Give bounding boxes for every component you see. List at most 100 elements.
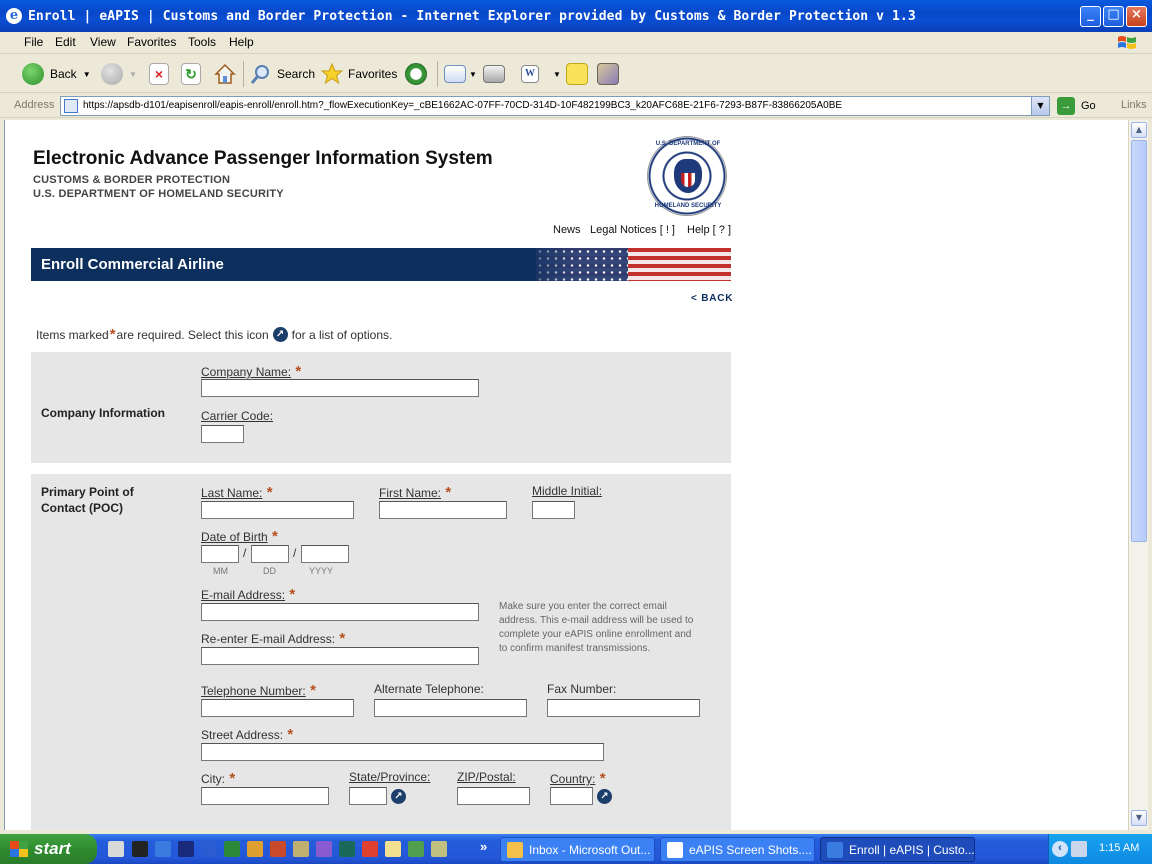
mail-button[interactable]: ▼ bbox=[444, 60, 477, 88]
taskbar-item-ie[interactable]: Enroll | eAPIS | Custo... bbox=[820, 837, 975, 862]
note-text-3: for a list of options. bbox=[291, 327, 393, 342]
primary-poc-panel: Primary Point of Contact (POC) Last Name… bbox=[31, 474, 731, 830]
search-label: Search bbox=[277, 67, 316, 81]
menu-edit[interactable]: Edit bbox=[55, 35, 76, 49]
maximize-button[interactable]: □ bbox=[1103, 6, 1124, 27]
scroll-thumb[interactable] bbox=[1131, 140, 1147, 542]
powerpoint-icon[interactable] bbox=[270, 841, 286, 857]
email-input[interactable] bbox=[201, 603, 479, 621]
go-arrow-icon: → bbox=[1057, 97, 1075, 115]
dob-day-input[interactable] bbox=[251, 545, 289, 563]
middle-initial-input[interactable] bbox=[532, 501, 575, 519]
required-note: Items marked * are required. Select this… bbox=[36, 326, 392, 343]
close-button[interactable]: × bbox=[1126, 6, 1147, 27]
go-button[interactable]: → Go bbox=[1057, 97, 1096, 115]
taskbar-item-outlook[interactable]: Inbox - Microsoft Out... bbox=[500, 837, 655, 862]
links-button[interactable]: Links bbox=[1121, 99, 1147, 111]
country-options-icon[interactable]: ↗ bbox=[597, 789, 612, 804]
visio-icon[interactable] bbox=[316, 841, 332, 857]
address-input[interactable]: https://apsdb-d101/eapisenroll/eapis-enr… bbox=[60, 96, 1050, 116]
book-icon[interactable] bbox=[408, 841, 424, 857]
first-name-label: First Name: * bbox=[379, 484, 452, 501]
scroll-down-icon[interactable]: ▼ bbox=[1131, 810, 1147, 826]
dob-day-hint: DD bbox=[263, 566, 276, 576]
tray-expand-icon[interactable]: ‹ bbox=[1052, 841, 1068, 857]
home-button[interactable] bbox=[213, 60, 237, 88]
project-icon[interactable] bbox=[293, 841, 309, 857]
favorites-button[interactable]: Favorites bbox=[320, 60, 397, 88]
minimize-button[interactable]: _ bbox=[1080, 6, 1101, 27]
clock-icon[interactable] bbox=[247, 841, 263, 857]
vertical-scrollbar[interactable]: ▲ ▼ bbox=[1128, 120, 1148, 830]
last-name-input[interactable] bbox=[201, 501, 354, 519]
menu-tools[interactable]: Tools bbox=[188, 35, 216, 49]
toolbar-separator bbox=[243, 61, 244, 87]
back-link[interactable]: < BACK bbox=[691, 293, 733, 304]
shortcut-icon[interactable] bbox=[178, 841, 194, 857]
research-icon bbox=[597, 63, 619, 85]
refresh-button[interactable]: ↻ bbox=[181, 60, 201, 88]
back-button[interactable]: Back ▼ bbox=[22, 60, 91, 88]
fax-input[interactable] bbox=[547, 699, 700, 717]
network-icon[interactable] bbox=[1071, 841, 1087, 857]
news-link[interactable]: News bbox=[553, 224, 581, 236]
street-address-label: Street Address: * bbox=[201, 726, 294, 743]
research-button[interactable] bbox=[597, 60, 619, 88]
task-label: eAPIS Screen Shots.... bbox=[689, 842, 812, 857]
excel-icon[interactable] bbox=[224, 841, 240, 857]
stop-button[interactable]: × bbox=[149, 60, 169, 88]
forward-button[interactable]: ▼ bbox=[101, 60, 137, 88]
taskbar-item-word[interactable]: eAPIS Screen Shots.... bbox=[660, 837, 815, 862]
company-name-input[interactable] bbox=[201, 379, 479, 397]
quicklaunch-overflow[interactable]: » bbox=[480, 839, 487, 854]
word-icon[interactable] bbox=[201, 841, 217, 857]
menu-file[interactable]: File bbox=[24, 35, 43, 49]
ie-icon[interactable] bbox=[155, 841, 171, 857]
menu-view[interactable]: View bbox=[90, 35, 116, 49]
command-prompt-icon[interactable] bbox=[132, 841, 148, 857]
outlook-icon[interactable] bbox=[108, 841, 124, 857]
history-button[interactable] bbox=[405, 60, 427, 88]
dob-month-input[interactable] bbox=[201, 545, 239, 563]
edit-button[interactable]: W ▼ bbox=[521, 60, 561, 88]
paint-icon[interactable] bbox=[431, 841, 447, 857]
home-icon bbox=[214, 63, 236, 84]
notes-icon[interactable] bbox=[385, 841, 401, 857]
dob-year-input[interactable] bbox=[301, 545, 349, 563]
chevron-down-icon[interactable]: ▼ bbox=[1031, 97, 1049, 115]
department-name: U.S. DEPARTMENT OF HOMELAND SECURITY bbox=[33, 188, 284, 200]
search-button[interactable]: Search bbox=[249, 60, 315, 88]
first-name-input[interactable] bbox=[379, 501, 507, 519]
email-reenter-label: Re-enter E-mail Address: * bbox=[201, 630, 346, 647]
state-options-icon[interactable]: ↗ bbox=[391, 789, 406, 804]
state-input[interactable] bbox=[349, 787, 387, 805]
zip-input[interactable] bbox=[457, 787, 530, 805]
tool-icon[interactable] bbox=[362, 841, 378, 857]
address-bar: Address https://apsdb-d101/eapisenroll/e… bbox=[0, 94, 1152, 118]
city-label: City: * bbox=[201, 770, 236, 787]
publisher-icon[interactable] bbox=[339, 841, 355, 857]
dob-separator: / bbox=[243, 546, 247, 560]
telephone-input[interactable] bbox=[201, 699, 354, 717]
menu-help[interactable]: Help bbox=[229, 35, 254, 49]
alt-telephone-input[interactable] bbox=[374, 699, 527, 717]
note-icon bbox=[566, 63, 588, 85]
city-input[interactable] bbox=[201, 787, 329, 805]
seal-text-top: U.S. DEPARTMENT OF bbox=[655, 141, 721, 147]
email-reenter-input[interactable] bbox=[201, 647, 479, 665]
carrier-code-input[interactable] bbox=[201, 425, 244, 443]
menu-favorites[interactable]: Favorites bbox=[127, 35, 176, 49]
street-address-input[interactable] bbox=[201, 743, 604, 761]
system-tray: ‹ 1:15 AM bbox=[1048, 834, 1152, 864]
star-icon bbox=[320, 62, 344, 85]
address-url[interactable]: https://apsdb-d101/eapisenroll/eapis-enr… bbox=[83, 100, 842, 111]
chevron-down-icon: ▼ bbox=[129, 69, 137, 79]
country-input[interactable] bbox=[550, 787, 593, 805]
legal-notices-link[interactable]: Legal Notices [ ! ] bbox=[590, 224, 675, 236]
print-button[interactable] bbox=[483, 60, 505, 88]
start-button[interactable]: start bbox=[0, 834, 97, 864]
scroll-up-icon[interactable]: ▲ bbox=[1131, 122, 1147, 138]
help-link[interactable]: Help [ ? ] bbox=[687, 224, 731, 236]
discuss-button[interactable] bbox=[566, 60, 588, 88]
dob-month-hint: MM bbox=[213, 566, 228, 576]
